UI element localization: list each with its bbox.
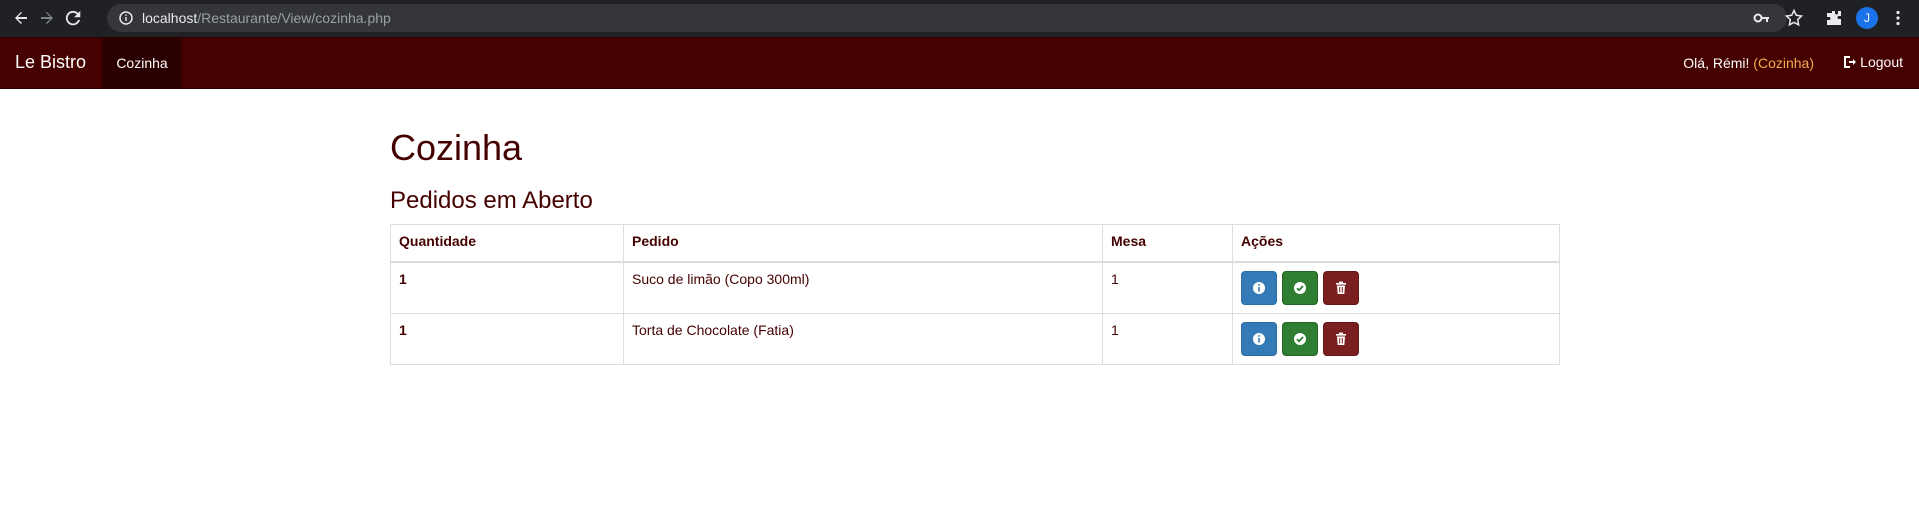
browser-toolbar: localhost/Restaurante/View/cozinha.php J [0,0,1919,37]
reload-button[interactable] [61,6,85,30]
logout-link[interactable]: Logout [1842,54,1903,70]
arrow-right-icon [41,12,53,24]
arrow-left-icon [15,12,27,24]
check-circle-icon [1293,281,1306,294]
user-greeting: Olá, Rémi! (Cozinha) [1683,55,1814,71]
info-circle-icon [1253,281,1265,294]
forward-button[interactable] [35,6,59,30]
check-circle-icon [1293,332,1306,345]
url-host: localhost [142,10,198,26]
trash-icon [1335,332,1346,345]
key-icon[interactable] [1753,9,1771,27]
header-acoes: Ações [1232,224,1560,263]
section-title: Pedidos em Aberto [390,187,593,214]
url-path: /Restaurante/View/cozinha.php [197,10,391,26]
delete-button[interactable] [1322,270,1359,305]
profile-avatar[interactable]: J [1856,7,1878,29]
extensions-icon[interactable] [1825,9,1843,27]
cell-acoes [1232,312,1560,365]
table-header-row: Quantidade Pedido Mesa Ações [390,224,1560,263]
info-icon [119,11,133,25]
cell-pedido: Torta de Chocolate (Fatia) [623,312,1103,365]
kebab-menu-icon[interactable] [1889,9,1907,27]
info-button[interactable] [1241,270,1277,305]
cell-mesa: 1 [1102,312,1233,365]
orders-table: Quantidade Pedido Mesa Ações 1 Suco de l… [390,224,1560,365]
page-title: Cozinha [390,127,523,168]
back-button[interactable] [9,6,33,30]
table-row: 1 Torta de Chocolate (Fatia) 1 [390,312,1560,365]
header-quantidade: Quantidade [390,224,624,263]
cell-quantidade: 1 [390,312,624,365]
brand-link[interactable]: Le Bistro [15,52,86,73]
cell-mesa: 1 [1102,261,1233,314]
table-row: 1 Suco de limão (Copo 300ml) 1 [390,261,1560,314]
nav-item-cozinha[interactable]: Cozinha [102,38,182,88]
confirm-button[interactable] [1281,321,1318,356]
user-role: (Cozinha) [1753,55,1814,71]
confirm-button[interactable] [1281,270,1318,305]
trash-icon [1335,281,1346,294]
log-out-icon [1844,56,1857,68]
logout-label: Logout [1860,54,1903,70]
header-mesa: Mesa [1102,224,1233,263]
delete-button[interactable] [1322,321,1359,356]
info-circle-icon [1253,332,1265,345]
cell-pedido: Suco de limão (Copo 300ml) [623,261,1103,314]
info-button[interactable] [1241,321,1277,356]
address-bar[interactable]: localhost/Restaurante/View/cozinha.php [107,4,1787,32]
reload-icon [65,10,81,26]
greeting-text: Olá, Rémi! [1683,55,1750,71]
app-navbar: Le Bistro Cozinha Olá, Rémi! (Cozinha) L… [0,37,1919,89]
star-icon[interactable] [1785,9,1803,27]
header-pedido: Pedido [623,224,1103,263]
cell-acoes [1232,261,1560,314]
cell-quantidade: 1 [390,261,624,314]
url-text: localhost/Restaurante/View/cozinha.php [142,10,391,26]
